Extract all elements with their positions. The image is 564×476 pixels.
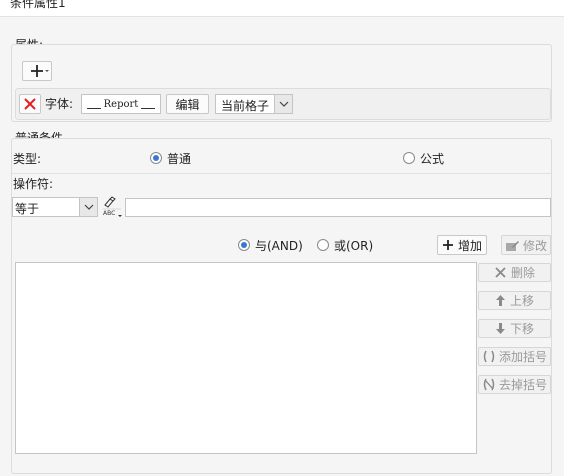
move-up-button[interactable]: 上移 (478, 291, 551, 310)
operator-value: 等于 (15, 202, 40, 216)
logic-and-label[interactable]: 与(AND) (255, 239, 303, 253)
logic-or-label[interactable]: 或(OR) (334, 239, 373, 253)
type-normal-radio[interactable] (150, 152, 162, 164)
logic-or-radio[interactable] (317, 239, 329, 251)
condition-list[interactable] (15, 262, 477, 454)
remove-property-button[interactable] (19, 94, 41, 114)
add-bracket-button[interactable]: 添加括号 (478, 347, 551, 366)
close-icon (24, 98, 36, 110)
window-title: 条件属性1 (10, 0, 66, 10)
value-editor-button[interactable]: ABC (101, 196, 123, 218)
brackets-icon (483, 350, 495, 363)
scope-dropdown-arrow[interactable] (274, 95, 292, 113)
arrow-down-icon (495, 323, 505, 334)
plus-icon (442, 240, 453, 250)
arrow-up-icon (495, 295, 505, 306)
type-label: 类型: (13, 152, 42, 166)
font-preview: Report (81, 94, 161, 114)
window-titlebar: 条件属性1 (0, 0, 564, 17)
operator-dropdown-arrow[interactable] (79, 198, 97, 216)
font-preview-text: Report (103, 98, 139, 110)
condition-value-input[interactable] (125, 198, 551, 217)
type-divider (12, 173, 551, 174)
scope-value: 当前格子 (221, 99, 270, 113)
operator-label: 操作符: (13, 177, 54, 191)
move-up-label: 上移 (509, 294, 534, 308)
scope-select[interactable]: 当前格子 (215, 94, 293, 114)
type-normal-label[interactable]: 普通 (167, 152, 191, 166)
modify-condition-label: 修改 (522, 238, 547, 253)
font-label: 字体: (45, 97, 74, 111)
operator-select[interactable]: 等于 (12, 197, 98, 217)
delete-condition-button[interactable]: 删除 (478, 263, 551, 282)
type-formula-label[interactable]: 公式 (420, 152, 444, 166)
type-formula-radio[interactable] (403, 152, 415, 164)
edit-font-button[interactable]: 编辑 (166, 94, 209, 114)
svg-text:ABC: ABC (103, 210, 115, 217)
delete-icon (495, 267, 506, 278)
add-property-button[interactable] (22, 61, 52, 81)
add-condition-button[interactable]: 增加 (437, 235, 487, 255)
move-down-button[interactable]: 下移 (478, 319, 551, 338)
remove-bracket-label: 去掉括号 (498, 378, 547, 392)
delete-condition-label: 删除 (510, 266, 535, 280)
modify-condition-button[interactable]: 修改 (501, 235, 551, 255)
move-down-label: 下移 (509, 322, 534, 336)
remove-brackets-icon (483, 378, 495, 391)
logic-and-radio[interactable] (238, 239, 250, 251)
add-bracket-label: 添加括号 (498, 350, 547, 364)
modify-icon (505, 240, 519, 251)
text-edit-icon: ABC (103, 196, 122, 217)
remove-bracket-button[interactable]: 去掉括号 (478, 375, 551, 394)
chevron-down-icon (84, 204, 93, 210)
chevron-down-icon (279, 101, 288, 107)
plus-icon (31, 65, 49, 77)
add-condition-label: 增加 (457, 238, 482, 253)
